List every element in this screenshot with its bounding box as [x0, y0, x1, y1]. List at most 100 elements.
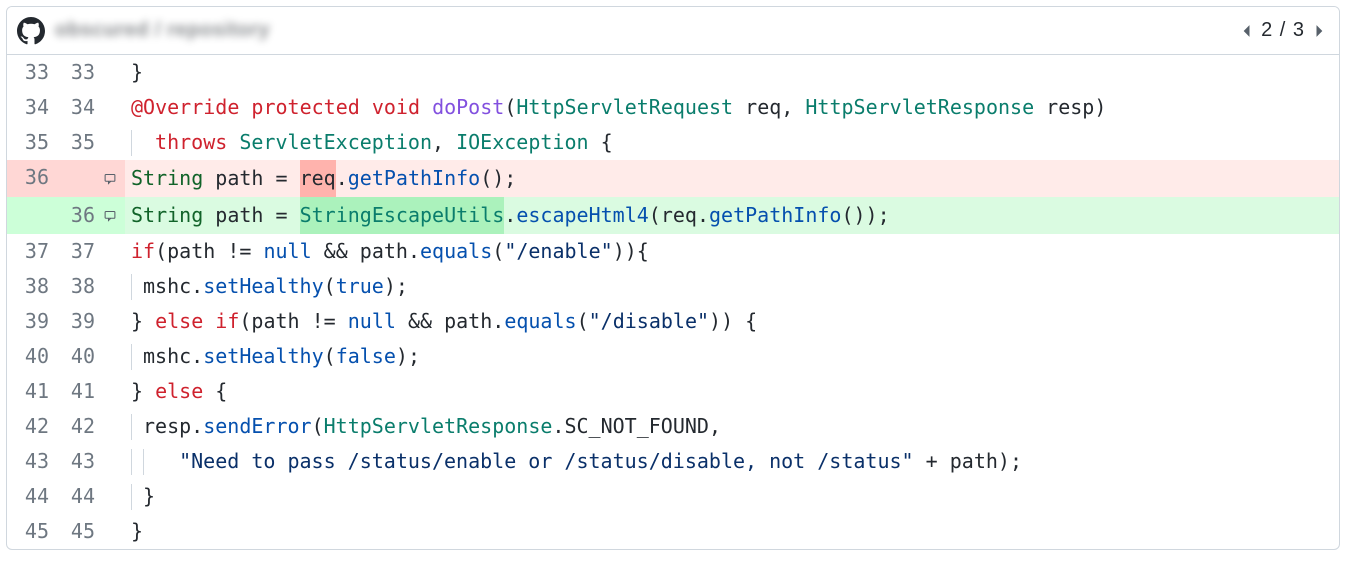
code-token: sendError: [203, 409, 311, 444]
new-line-number[interactable]: 37: [59, 234, 101, 269]
code-token: ,: [432, 125, 456, 160]
code-token: );: [396, 339, 420, 374]
code-token: null: [348, 304, 396, 339]
new-line-number[interactable]: 43: [59, 444, 101, 479]
code-cell[interactable]: } else {: [125, 374, 1339, 409]
new-line-number[interactable]: 42: [59, 409, 101, 444]
indent-guides: [131, 125, 143, 160]
pager: 2 / 3: [1241, 19, 1325, 42]
code-token: }: [131, 374, 155, 409]
indent-guides: [131, 269, 143, 304]
code-cell[interactable]: }: [125, 479, 1339, 514]
code-token: (: [577, 304, 589, 339]
code-token: }: [143, 479, 155, 514]
diff-row: 4444 }: [7, 479, 1339, 514]
code-token: (: [324, 269, 336, 304]
diff-body: 3333} 3434 @Override protected void doPost…: [7, 55, 1339, 549]
prev-icon[interactable]: [1241, 24, 1251, 38]
github-icon: [17, 17, 45, 45]
code-token: getPathInfo: [709, 198, 841, 233]
repo-name[interactable]: obscured / repository: [55, 19, 270, 42]
old-line-number[interactable]: 36: [7, 160, 59, 197]
old-line-number[interactable]: [7, 197, 59, 234]
new-line-number[interactable]: 33: [59, 55, 101, 90]
code-cell[interactable]: if(path != null && path.equals("/enable"…: [125, 234, 1339, 269]
code-token: resp): [1034, 90, 1106, 125]
code-cell[interactable]: mshc.setHealthy(true);: [125, 269, 1339, 304]
new-line-number[interactable]: 45: [59, 514, 101, 549]
code-token: equals: [504, 304, 576, 339]
diff-row: 4343 "Need to pass /status/enable or /st…: [7, 444, 1339, 479]
code-cell[interactable]: resp.sendError(HttpServletResponse.SC_NO…: [125, 409, 1339, 444]
comment-icon[interactable]: [101, 173, 119, 185]
new-line-number[interactable]: 39: [59, 304, 101, 339]
indent-guides: [131, 409, 143, 444]
code-cell[interactable]: @Override protected void doPost(HttpServ…: [125, 90, 1339, 125]
code-token: (: [312, 409, 324, 444]
old-line-number[interactable]: 41: [7, 374, 59, 409]
new-line-number[interactable]: 34: [59, 90, 101, 125]
code-token: "/enable": [504, 234, 612, 269]
code-token: );: [384, 269, 408, 304]
code-token: (: [324, 339, 336, 374]
code-token: setHealthy: [203, 269, 323, 304]
old-line-number[interactable]: 38: [7, 269, 59, 304]
new-line-number[interactable]: 35: [59, 125, 101, 160]
code-cell[interactable]: String path = StringEscapeUtils.escapeHt…: [125, 197, 1339, 234]
code-token: setHealthy: [203, 339, 323, 374]
code-cell[interactable]: String path = req.getPathInfo();: [125, 160, 1339, 197]
code-token: path =: [203, 198, 299, 233]
new-line-number[interactable]: 38: [59, 269, 101, 304]
code-token: String: [131, 198, 203, 233]
code-cell[interactable]: mshc.setHealthy(false);: [125, 339, 1339, 374]
old-line-number[interactable]: 34: [7, 90, 59, 125]
code-token: escapeHtml4: [516, 198, 648, 233]
diff-row: 3737 if(path != null && path.equals("/en…: [7, 234, 1339, 269]
code-cell[interactable]: }: [125, 55, 1339, 90]
code-token: "Need to pass /status/enable or /status/…: [179, 444, 914, 479]
old-line-number[interactable]: 37: [7, 234, 59, 269]
code-token: if: [131, 234, 155, 269]
old-line-number[interactable]: 44: [7, 479, 59, 514]
code-token: .SC_NOT_FOUND,: [552, 409, 721, 444]
next-icon[interactable]: [1315, 24, 1325, 38]
code-token: StringEscapeUtils: [300, 197, 505, 234]
diff-header: obscured / repository 2 / 3: [7, 7, 1339, 55]
old-line-number[interactable]: 39: [7, 304, 59, 339]
code-token: (path !=: [239, 304, 347, 339]
code-token: + path);: [914, 444, 1022, 479]
diff-frame: obscured / repository 2 / 3 3333} 3434 @Ov…: [6, 6, 1340, 550]
code-token: doPost: [432, 90, 504, 125]
code-token: mshc.: [143, 269, 203, 304]
code-cell[interactable]: throws ServletException, IOException {: [125, 125, 1339, 160]
code-token: @Override: [131, 90, 239, 125]
indent-guides: [131, 479, 143, 514]
new-line-number[interactable]: 36: [59, 198, 101, 233]
code-token: HttpServletRequest: [516, 90, 733, 125]
old-line-number[interactable]: 35: [7, 125, 59, 160]
code-token: )) {: [709, 304, 757, 339]
old-line-number[interactable]: 42: [7, 409, 59, 444]
code-token: {: [203, 374, 227, 409]
code-token: false: [336, 339, 396, 374]
indent-guides: [131, 339, 143, 374]
new-line-number[interactable]: 40: [59, 339, 101, 374]
old-line-number[interactable]: 45: [7, 514, 59, 549]
code-token: true: [336, 269, 384, 304]
code-token: }: [131, 514, 143, 549]
diff-row: 4141 } else {: [7, 374, 1339, 409]
old-line-number[interactable]: 40: [7, 339, 59, 374]
code-cell[interactable]: "Need to pass /status/enable or /status/…: [125, 444, 1339, 479]
new-line-number[interactable]: 44: [59, 479, 101, 514]
code-cell[interactable]: } else if(path != null && path.equals("/…: [125, 304, 1339, 339]
pager-counter: 2 / 3: [1261, 19, 1305, 42]
old-line-number[interactable]: 43: [7, 444, 59, 479]
old-line-number[interactable]: 33: [7, 55, 59, 90]
code-cell[interactable]: }: [125, 514, 1339, 549]
new-line-number[interactable]: 41: [59, 374, 101, 409]
code-token: [239, 90, 251, 125]
code-token: "/disable": [589, 304, 709, 339]
comment-icon[interactable]: [101, 210, 119, 222]
code-token: String: [131, 161, 203, 196]
code-token: )){: [613, 234, 649, 269]
